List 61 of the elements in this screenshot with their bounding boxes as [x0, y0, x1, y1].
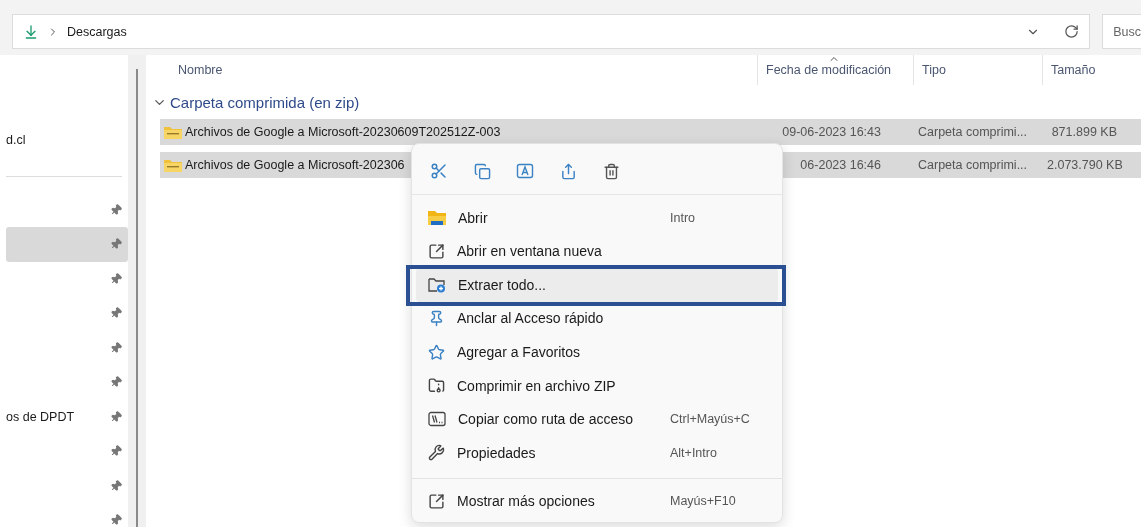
group-header[interactable]: Carpeta comprimida (en zip) [152, 91, 1141, 113]
text-box-icon [516, 162, 534, 180]
scissors-icon [430, 162, 448, 180]
sidebar-item[interactable]: d.cl [6, 123, 128, 158]
menu-item[interactable]: Anclar al Acceso rápido [416, 301, 778, 336]
column-header[interactable]: Fecha de modificación [757, 55, 913, 85]
menu-item[interactable]: Agregar a Favoritos [416, 335, 778, 369]
folder-add-icon [428, 276, 446, 293]
file-size: 871.899 KB [1050, 125, 1118, 139]
modified-date: 09-06-2023 16:43 [781, 125, 882, 139]
menu-item-label: Copiar como ruta de acceso [458, 411, 635, 428]
sidebar-item[interactable] [6, 227, 128, 262]
search-field[interactable]: Busc [1102, 14, 1141, 49]
column-header[interactable]: Tamaño [1042, 55, 1132, 85]
menu-item[interactable]: Abrir Intro [416, 201, 778, 235]
menu-item-label: Anclar al Acceso rápido [457, 310, 605, 327]
menu-item[interactable]: Mostrar más opciones Mayús+F10 [416, 484, 778, 519]
more-options-icon [428, 492, 445, 510]
menu-item[interactable]: Comprimir en archivo ZIP [416, 368, 778, 403]
address-bar[interactable]: Descargas [12, 14, 1091, 49]
zip-archive-icon [428, 377, 445, 395]
file-type: Carpeta comprimi... [917, 125, 1029, 139]
path-icon [428, 411, 446, 428]
shortcut-text: Ctrl+Mayús+C [670, 412, 751, 427]
file-row[interactable]: Archivos de Google a Microsoft-20230609T202512Z-003 09-06-2023 16:43 Carpeta comprimi... 871.899 KB [160, 119, 1141, 145]
download-icon [23, 23, 39, 40]
file-type: Carpeta comprimi... [917, 158, 1029, 172]
star-icon [428, 343, 445, 361]
trash-icon [602, 162, 620, 180]
column-header[interactable]: Tipo [913, 55, 1042, 85]
sidebar-item[interactable]: os de DPDT [6, 399, 128, 434]
sidebar-label: d.cl [6, 133, 26, 148]
share-icon [559, 162, 577, 180]
shortcut-text: Mayús+F10 [670, 494, 737, 509]
file-name: Archivos de Google a Microsoft-20230609T202512Z-003 [160, 125, 753, 139]
shortcut-text: Intro [670, 210, 696, 225]
file-size: 2.073.790 KB [1046, 158, 1122, 172]
scrollbar-thumb[interactable] [136, 69, 138, 527]
copy-icon [473, 162, 491, 180]
menu-item-label: Abrir en ventana nueva [457, 243, 603, 260]
folder-icon [428, 209, 446, 226]
column-header[interactable]: Nombre [150, 55, 757, 85]
zip-folder-icon [164, 158, 182, 172]
menu-item-label: Propiedades [457, 444, 537, 461]
modified-date: 06-2023 16:46 [799, 158, 882, 172]
menu-item-label: Comprimir en archivo ZIP [457, 377, 617, 394]
breadcrumb[interactable]: Descargas [67, 24, 127, 39]
menu-item-label: Mostrar más opciones [457, 493, 596, 510]
menu-item[interactable]: Copiar como ruta de acceso Ctrl+Mayús+C [416, 402, 778, 436]
menu-item-label: Agregar a Favoritos [457, 344, 581, 361]
menu-item-label: Extraer todo... [458, 276, 547, 293]
sidebar-label: os de DPDT [6, 409, 75, 424]
menu-item-label: Abrir [458, 209, 489, 226]
menu-item[interactable]: Propiedades Alt+Intro [416, 435, 778, 470]
menu-item[interactable]: Abrir en ventana nueva [416, 234, 778, 269]
wrench-icon [428, 444, 445, 462]
pin-icon [428, 309, 445, 327]
shortcut-text: Alt+Intro [670, 445, 718, 460]
zip-folder-icon [164, 125, 182, 139]
new-window-icon [428, 242, 445, 260]
refresh-icon[interactable] [1064, 24, 1080, 39]
